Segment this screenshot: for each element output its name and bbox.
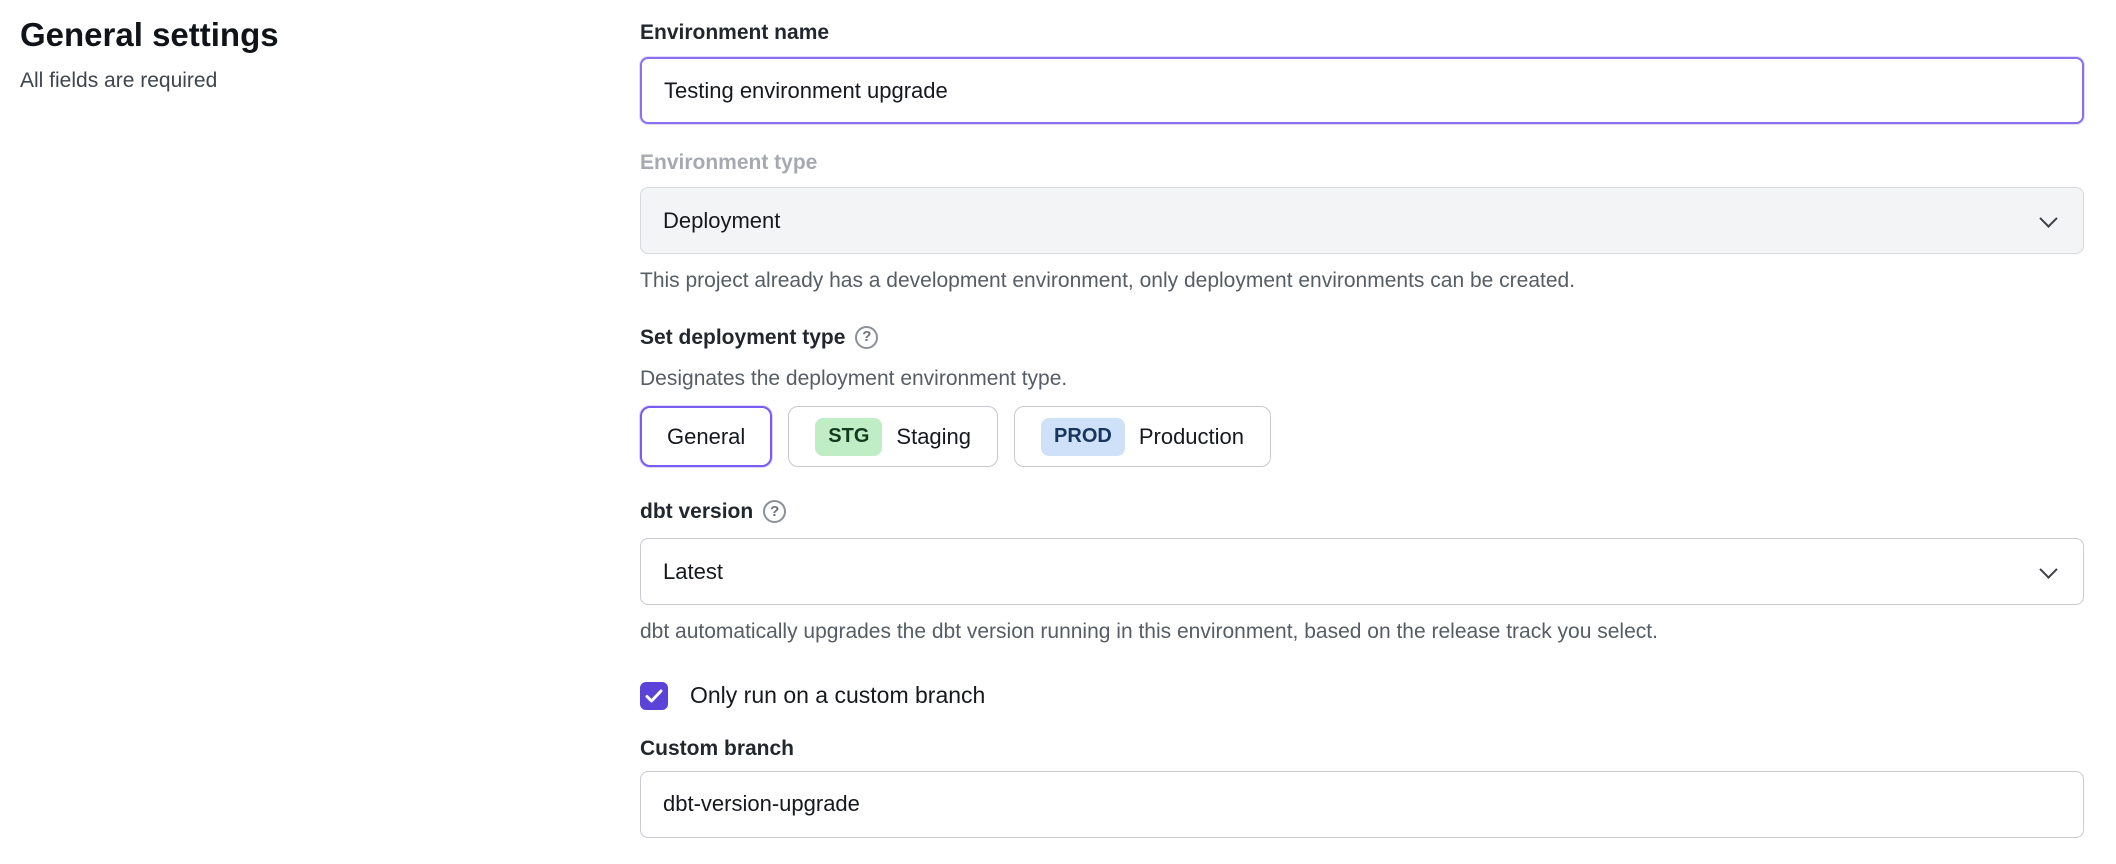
deployment-type-production-label: Production [1139, 424, 1244, 450]
deployment-type-label-text: Set deployment type [640, 325, 845, 350]
dbt-version-helper: dbt automatically upgrades the dbt versi… [640, 619, 2084, 645]
environment-name-label: Environment name [640, 20, 2084, 45]
settings-header: General settings All fields are required [20, 16, 600, 93]
chevron-down-icon [2039, 560, 2057, 578]
custom-branch-checkbox-label[interactable]: Only run on a custom branch [690, 682, 985, 709]
page-title: General settings [20, 16, 600, 54]
custom-branch-toggle-row: Only run on a custom branch [640, 682, 2084, 710]
prod-badge: PROD [1041, 418, 1125, 456]
environment-settings-form: Environment name Environment type Deploy… [640, 0, 2084, 838]
dbt-version-value: Latest [663, 559, 723, 585]
page-subtitle: All fields are required [20, 68, 600, 93]
help-icon[interactable]: ? [763, 500, 786, 523]
deployment-type-production-button[interactable]: PROD Production [1014, 406, 1271, 467]
custom-branch-input[interactable] [640, 771, 2084, 838]
dbt-version-label-text: dbt version [640, 499, 753, 524]
deployment-type-general-label: General [667, 424, 745, 450]
environment-name-input[interactable] [640, 57, 2084, 124]
deployment-type-general-button[interactable]: General [640, 406, 772, 467]
dbt-version-select[interactable]: Latest [640, 538, 2084, 605]
help-icon[interactable]: ? [855, 326, 878, 349]
environment-type-select[interactable]: Deployment [640, 187, 2084, 254]
deployment-type-staging-button[interactable]: STG Staging [788, 406, 998, 467]
deployment-type-description: Designates the deployment environment ty… [640, 366, 2084, 392]
stg-badge: STG [815, 418, 882, 456]
check-icon [645, 689, 663, 703]
custom-branch-checkbox[interactable] [640, 682, 668, 710]
environment-type-label: Environment type [640, 150, 2084, 175]
deployment-type-staging-label: Staging [896, 424, 971, 450]
environment-type-helper: This project already has a development e… [640, 268, 2084, 294]
chevron-down-icon [2039, 209, 2057, 227]
custom-branch-label: Custom branch [640, 736, 2084, 761]
deployment-type-options: General STG Staging PROD Production [640, 406, 2084, 467]
environment-type-value: Deployment [663, 208, 780, 234]
dbt-version-label: dbt version ? [640, 499, 2084, 524]
deployment-type-label: Set deployment type ? [640, 325, 2084, 350]
